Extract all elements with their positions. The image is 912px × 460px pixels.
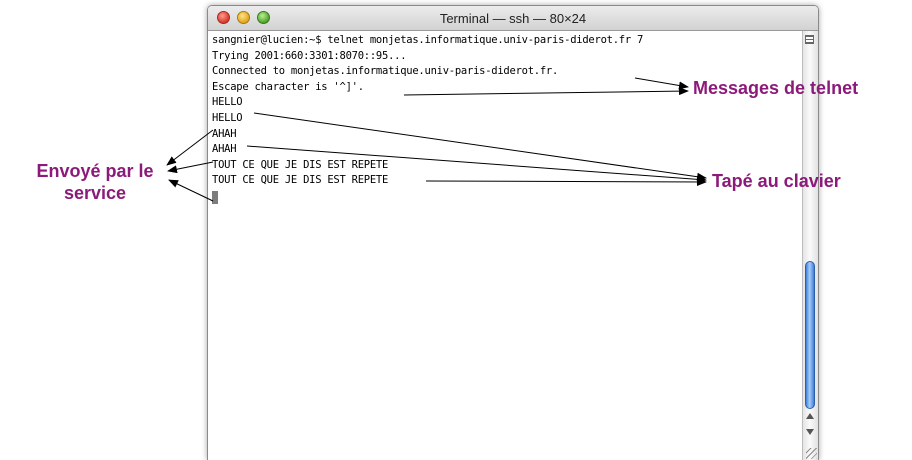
annotation-envoye-line1: Envoyé par le [36,161,154,181]
scroll-thumb[interactable] [805,261,815,409]
window-title: Terminal — ssh — 80×24 [439,11,587,26]
terminal-line: HELLO [212,111,243,124]
scroll-up-arrow-icon[interactable] [806,413,814,419]
scroll-down-arrow-icon[interactable] [806,429,814,435]
resize-grip-icon[interactable] [806,448,817,459]
split-pane-icon[interactable] [805,35,814,44]
terminal-line: TOUT CE QUE JE DIS EST REPETE [212,174,389,187]
terminal-line: AHAH [212,127,237,140]
terminal-line: AHAH [212,143,237,156]
terminal-window: Terminal — ssh — 80×24 sangnier@lucien:~… [207,5,819,460]
annotation-messages-telnet: Messages de telnet [693,78,859,98]
annotation-tape-au-clavier: Tapé au clavier [712,171,841,191]
text-cursor [212,190,218,204]
terminal-line: sangnier@lucien:~$ telnet monjetas.infor… [212,34,644,46]
annotation-envoye-line2: service [63,183,127,203]
cursor-line [212,189,797,205]
terminal-line: Trying 2001:660:3301:8070::95... [212,49,407,62]
annotation-envoye: Envoyé par le service [22,160,168,204]
title-bar[interactable]: Terminal — ssh — 80×24 [208,6,818,31]
terminal-line: TOUT CE QUE JE DIS EST REPETE [212,158,389,171]
